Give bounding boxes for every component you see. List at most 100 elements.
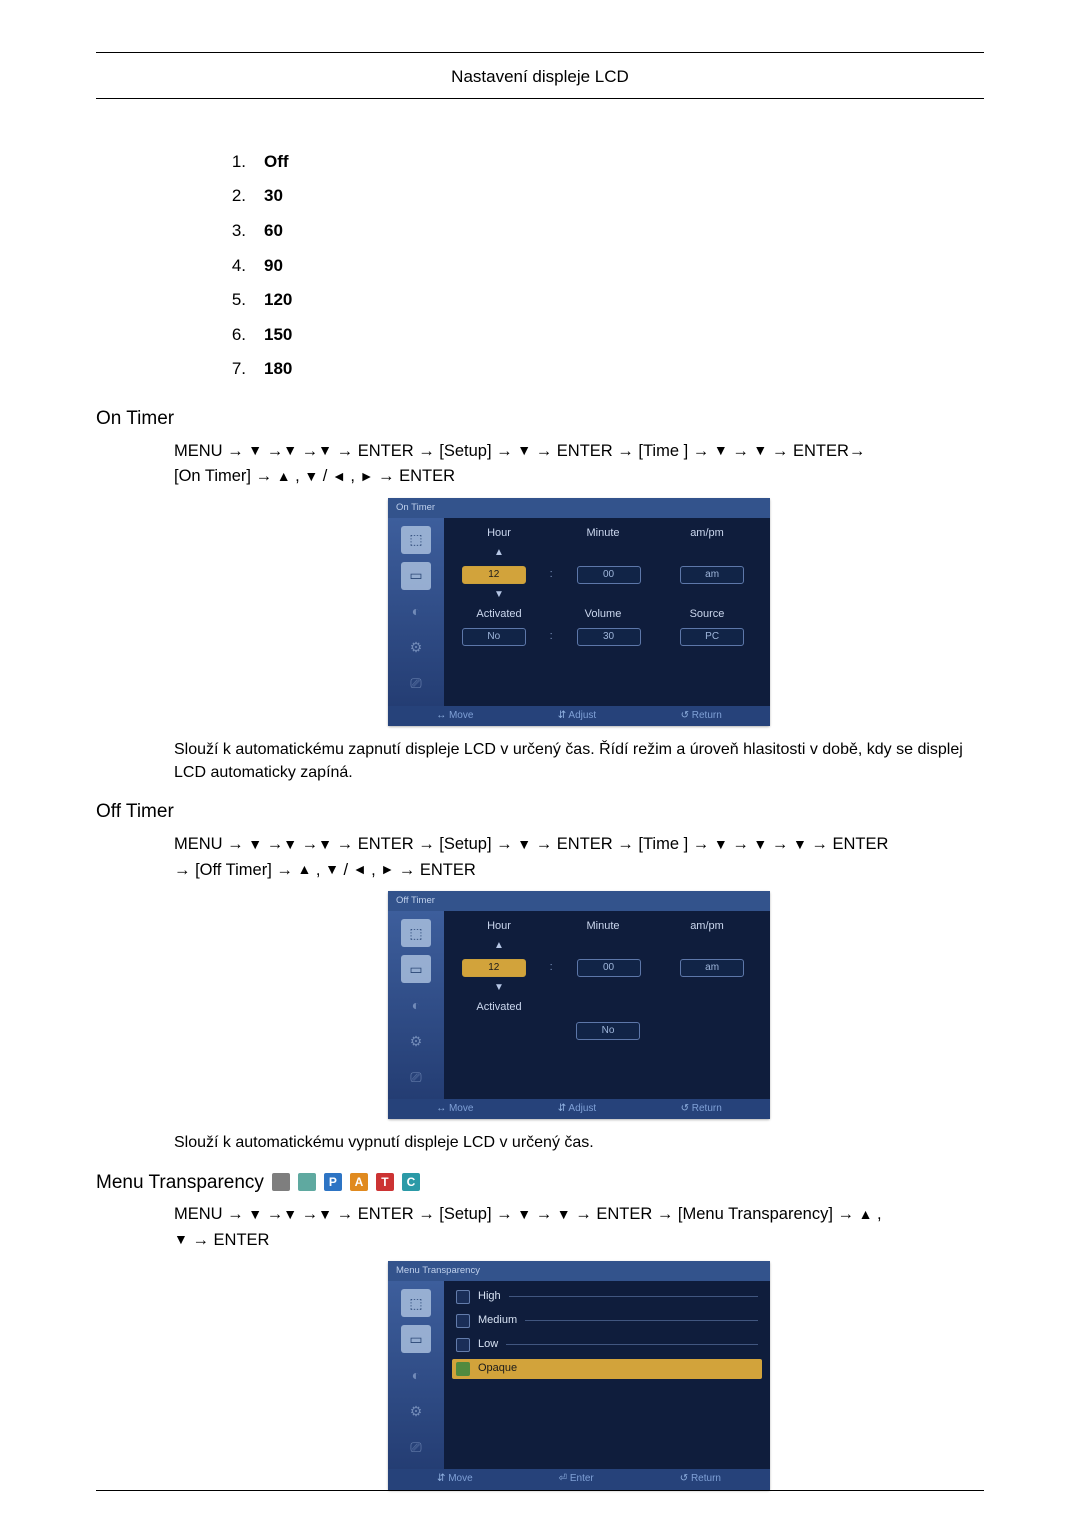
osd-col-activated: Activated	[452, 1000, 546, 1016]
t: →	[732, 442, 753, 460]
t: → [Off Timer] →	[174, 861, 297, 879]
osd-option-high[interactable]: High	[452, 1287, 762, 1307]
arrow-down-icon	[714, 440, 728, 462]
osd-enter: Enter	[570, 1473, 594, 1484]
arrow-down-icon	[318, 1204, 332, 1226]
on-timer-desc: Slouží k automatickému zapnutí displeje …	[174, 738, 984, 784]
osd-col-minute: Minute	[556, 919, 650, 935]
osd-move: Move	[448, 1473, 472, 1484]
osd-move: Move	[449, 1103, 473, 1114]
osd-menu-transparency: Menu Transparency ⬚ ▭ ◐ ⚙ ⎚ High Medium …	[388, 1261, 770, 1489]
arrow-up-icon	[277, 466, 291, 488]
check-icon	[456, 1362, 470, 1376]
osd-activated[interactable]: No	[576, 1022, 640, 1040]
off-timer-path: MENU → → → → ENTER → [Setup] → → ENTER →…	[174, 832, 984, 883]
osd-tab-icon: ▭	[401, 562, 431, 590]
list-value: 90	[264, 254, 283, 279]
t: →	[267, 1205, 284, 1223]
arrow-up-icon	[297, 859, 311, 881]
arrow-down-icon: ▼	[452, 588, 546, 603]
list-index: 7.	[224, 357, 246, 382]
section-menu-transparency-title: Menu Transparency P A T C	[96, 1169, 984, 1197]
t: MENU →	[174, 442, 248, 460]
osd-source[interactable]: PC	[680, 628, 744, 646]
arrow-down-icon	[283, 1204, 297, 1226]
section-off-timer-title: Off Timer	[96, 798, 984, 826]
osd-col-ampm: am/pm	[660, 526, 754, 542]
t: → ENTER→	[772, 442, 866, 460]
osd-move: Move	[449, 710, 473, 721]
osd-option-medium[interactable]: Medium	[452, 1311, 762, 1331]
t: →	[267, 835, 284, 853]
osd-minute[interactable]: 00	[577, 959, 641, 977]
osd-hour[interactable]: 12	[462, 566, 526, 584]
osd-tab-icon: ⎚	[401, 1063, 431, 1091]
mode-pill: A	[350, 1173, 368, 1191]
arrow-left-icon	[353, 859, 367, 881]
options-list: 1.Off 2.30 3.60 4.90 5.120 6.150 7.180	[224, 145, 984, 387]
t: →	[267, 442, 284, 460]
checkbox-icon	[456, 1290, 470, 1304]
t: → ENTER → [Setup] →	[337, 835, 518, 853]
t: → ENTER	[811, 835, 888, 853]
list-value: 150	[264, 323, 292, 348]
mode-pill	[298, 1173, 316, 1191]
arrow-down-icon: ▼	[452, 981, 546, 996]
list-index: 4.	[224, 254, 246, 279]
arrow-down-icon	[174, 1229, 188, 1251]
list-index: 2.	[224, 184, 246, 209]
osd-tab-icon: ▭	[401, 1325, 431, 1353]
t: → ENTER → [Menu Transparency] →	[575, 1205, 858, 1223]
osd-tab-icon: ▭	[401, 955, 431, 983]
osd-adjust: Adjust	[568, 1103, 596, 1114]
t: Menu Transparency	[96, 1169, 264, 1197]
colon: :	[550, 567, 553, 583]
osd-activated[interactable]: No	[462, 628, 526, 646]
t: [On Timer] →	[174, 467, 277, 485]
arrow-down-icon	[557, 1204, 571, 1226]
t: →	[536, 1205, 557, 1223]
t: → ENTER → [Setup] →	[337, 1205, 518, 1223]
osd-minute[interactable]: 00	[577, 566, 641, 584]
osd-title: Off Timer	[388, 891, 770, 911]
bottom-rule	[96, 1490, 984, 1491]
osd-tab-icon: ◐	[401, 1361, 431, 1389]
arrow-down-icon	[248, 1204, 262, 1226]
arrow-left-icon	[332, 466, 346, 488]
t: MENU →	[174, 835, 248, 853]
t: Medium	[478, 1313, 517, 1329]
osd-col-hour: Hour	[452, 919, 546, 935]
osd-option-opaque[interactable]: Opaque	[452, 1359, 762, 1379]
colon: :	[550, 960, 553, 976]
osd-ampm[interactable]: am	[680, 566, 744, 584]
osd-option-low[interactable]: Low	[452, 1335, 762, 1355]
t: → ENTER → [Setup] →	[337, 442, 518, 460]
arrow-down-icon	[714, 834, 728, 856]
arrow-down-icon	[753, 440, 767, 462]
arrow-down-icon	[793, 834, 807, 856]
t: → ENTER	[378, 467, 455, 485]
t: MENU →	[174, 1205, 248, 1223]
arrow-down-icon	[248, 834, 262, 856]
t: → ENTER → [Time ] →	[536, 442, 714, 460]
osd-tab-icon: ⚙	[401, 1397, 431, 1425]
osd-col-minute: Minute	[556, 526, 650, 542]
osd-tab-icon: ⚙	[401, 634, 431, 662]
arrow-down-icon	[283, 440, 297, 462]
t: Opaque	[478, 1361, 517, 1377]
osd-col-activated: Activated	[452, 607, 546, 623]
checkbox-icon	[456, 1314, 470, 1328]
mode-pill: C	[402, 1173, 420, 1191]
osd-hour[interactable]: 12	[462, 959, 526, 977]
arrow-up-icon	[859, 1204, 873, 1226]
on-timer-path: MENU → → → → ENTER → [Setup] → → ENTER →…	[174, 439, 984, 490]
t: → ENTER	[399, 861, 476, 879]
list-index: 1.	[224, 150, 246, 175]
osd-adjust: Adjust	[568, 710, 596, 721]
t: ,	[877, 1205, 882, 1223]
t: → ENTER → [Time ] →	[536, 835, 714, 853]
osd-tab-icon: ⬚	[401, 526, 431, 554]
t: ,	[316, 861, 325, 879]
osd-ampm[interactable]: am	[680, 959, 744, 977]
osd-volume[interactable]: 30	[577, 628, 641, 646]
